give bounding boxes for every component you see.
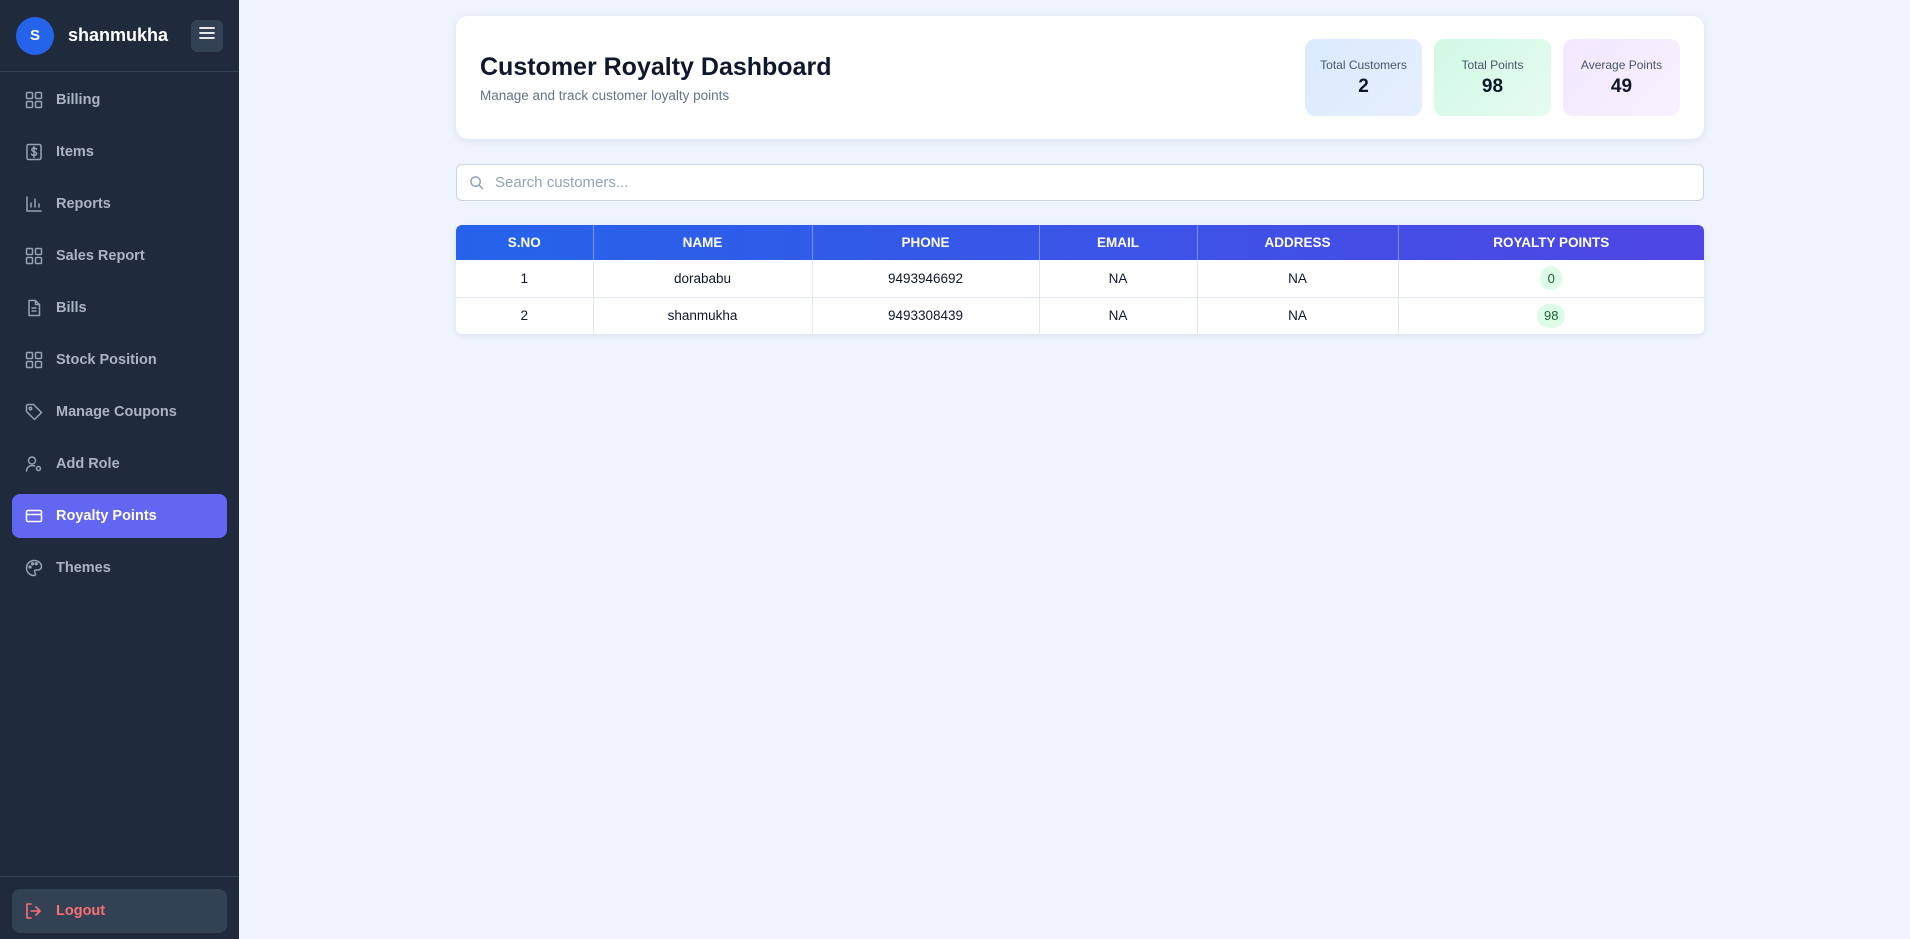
stat-total-points: Total Points 98 <box>1434 39 1551 116</box>
points-badge: 0 <box>1540 266 1563 291</box>
grid-icon <box>24 246 44 266</box>
stat-value: 2 <box>1358 75 1369 97</box>
sidebar-item-label: Billing <box>56 92 101 108</box>
column-header-name[interactable]: NAME <box>593 225 813 260</box>
search-input[interactable] <box>485 165 1703 200</box>
sidebar-item-label: Themes <box>56 560 111 576</box>
sidebar-item-add-role[interactable]: Add Role <box>12 442 227 486</box>
user-gear-icon <box>24 454 44 474</box>
menu-toggle-button[interactable] <box>191 19 223 52</box>
sidebar-item-themes[interactable]: Themes <box>12 546 227 590</box>
search-icon <box>469 175 485 191</box>
brand-name: shanmukha <box>68 25 169 45</box>
column-header-address[interactable]: ADDRESS <box>1197 225 1399 260</box>
column-header-phone[interactable]: PHONE <box>812 225 1040 260</box>
grid-icon <box>24 350 44 370</box>
table-header-row: S.NO NAME PHONE EMAIL ADDRESS ROYALTY PO… <box>456 225 1704 260</box>
stat-label: Average Points <box>1580 57 1663 72</box>
cell-email: NA <box>1039 297 1198 334</box>
stat-average-points: Average Points 49 <box>1563 39 1680 116</box>
cell-address: NA <box>1197 260 1399 298</box>
cell-name: shanmukha <box>593 297 813 334</box>
sidebar-item-manage-coupons[interactable]: Manage Coupons <box>12 390 227 434</box>
sidebar-item-royalty-points[interactable]: Royalty Points <box>12 494 227 538</box>
sidebar-item-label: Royalty Points <box>56 508 157 524</box>
column-header-sno[interactable]: S.NO <box>456 225 594 260</box>
sidebar-nav: Billing Items Reports Sales Report Bills <box>0 72 239 590</box>
sidebar-item-label: Reports <box>56 196 111 212</box>
page-title: Customer Royalty Dashboard <box>480 52 832 81</box>
sidebar: S shanmukha Billing Items Reports Sales … <box>0 0 239 939</box>
tag-icon <box>24 402 44 422</box>
stat-label: Total Customers <box>1320 57 1407 72</box>
sidebar-item-sales-report[interactable]: Sales Report <box>12 234 227 278</box>
cell-sno: 1 <box>456 260 594 298</box>
sidebar-item-label: Add Role <box>56 456 120 472</box>
dollar-icon <box>24 142 44 162</box>
page-subtitle: Manage and track customer loyalty points <box>480 87 730 103</box>
cell-points: 0 <box>1398 260 1704 298</box>
stat-total-customers: Total Customers 2 <box>1305 39 1422 116</box>
sidebar-item-label: Stock Position <box>56 352 157 368</box>
cell-sno: 2 <box>456 297 594 334</box>
cell-email: NA <box>1039 260 1198 298</box>
title-block: Customer Royalty Dashboard Manage and tr… <box>480 53 1305 103</box>
cell-name: dorababu <box>593 260 813 298</box>
stat-value: 98 <box>1481 75 1504 97</box>
sidebar-item-stock-position[interactable]: Stock Position <box>12 338 227 382</box>
sidebar-item-items[interactable]: Items <box>12 130 227 174</box>
logout-icon <box>24 901 44 921</box>
sidebar-item-bills[interactable]: Bills <box>12 286 227 330</box>
sidebar-item-label: Sales Report <box>56 248 145 264</box>
palette-icon <box>24 558 44 578</box>
sidebar-item-label: Items <box>56 144 94 160</box>
table-row[interactable]: 2 shanmukha 9493308439 NA NA 98 <box>456 297 1704 334</box>
avatar[interactable]: S <box>16 16 54 55</box>
bar-chart-icon <box>24 194 44 214</box>
column-header-royalty-points[interactable]: ROYALTY POINTS <box>1398 225 1704 260</box>
cell-phone: 9493308439 <box>812 297 1040 334</box>
dashboard-header: Customer Royalty Dashboard Manage and tr… <box>456 16 1704 139</box>
logout-label: Logout <box>56 903 106 919</box>
main-content: Customer Royalty Dashboard Manage and tr… <box>456 16 1704 334</box>
stats-group: Total Customers 2 Total Points 98 Averag… <box>1305 39 1680 116</box>
sidebar-item-label: Manage Coupons <box>56 404 177 420</box>
credit-card-icon <box>24 506 44 526</box>
grid-icon <box>24 90 44 110</box>
cell-address: NA <box>1197 297 1399 334</box>
sidebar-item-billing[interactable]: Billing <box>12 78 227 122</box>
cell-points: 98 <box>1398 297 1704 334</box>
table-row[interactable]: 1 dorababu 9493946692 NA NA 0 <box>456 260 1704 298</box>
search-bar <box>456 164 1704 201</box>
file-icon <box>24 298 44 318</box>
stat-value: 49 <box>1610 75 1633 97</box>
sidebar-item-reports[interactable]: Reports <box>12 182 227 226</box>
points-badge: 98 <box>1537 303 1566 328</box>
sidebar-footer: Logout <box>0 876 239 939</box>
column-header-email[interactable]: EMAIL <box>1039 225 1198 260</box>
sidebar-item-label: Bills <box>56 300 87 316</box>
sidebar-header: S shanmukha <box>0 0 239 72</box>
hamburger-icon <box>199 26 215 45</box>
cell-phone: 9493946692 <box>812 260 1040 298</box>
logout-button[interactable]: Logout <box>12 889 227 933</box>
customers-table: S.NO NAME PHONE EMAIL ADDRESS ROYALTY PO… <box>456 225 1704 334</box>
stat-label: Total Points <box>1461 57 1524 72</box>
